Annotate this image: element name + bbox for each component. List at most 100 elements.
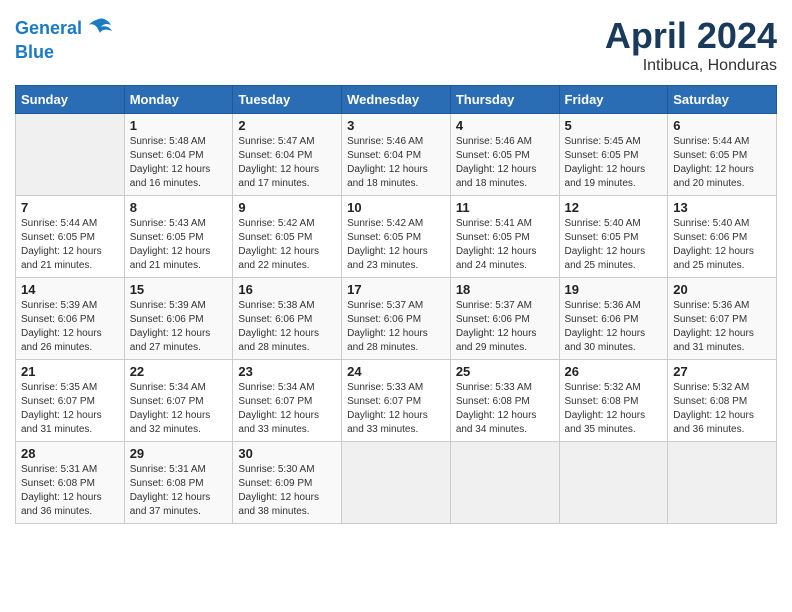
daylight-label: Daylight: 12 hours and 33 minutes. (238, 410, 319, 435)
weekday-tuesday: Tuesday (233, 86, 342, 114)
day-info: Sunrise: 5:40 AM Sunset: 6:06 PM Dayligh… (673, 217, 771, 273)
day-number: 6 (673, 118, 771, 133)
calendar-week-4: 21 Sunrise: 5:35 AM Sunset: 6:07 PM Dayl… (16, 360, 777, 442)
calendar-cell: 10 Sunrise: 5:42 AM Sunset: 6:05 PM Dayl… (342, 196, 451, 278)
sunset-label: Sunset: 6:05 PM (456, 232, 530, 243)
day-info: Sunrise: 5:41 AM Sunset: 6:05 PM Dayligh… (456, 217, 554, 273)
day-number: 10 (347, 200, 445, 215)
sunrise-label: Sunrise: 5:32 AM (565, 382, 641, 393)
day-info: Sunrise: 5:44 AM Sunset: 6:05 PM Dayligh… (673, 135, 771, 191)
sunrise-label: Sunrise: 5:32 AM (673, 382, 749, 393)
day-info: Sunrise: 5:37 AM Sunset: 6:06 PM Dayligh… (347, 299, 445, 355)
daylight-label: Daylight: 12 hours and 18 minutes. (456, 164, 537, 189)
logo: General Blue (15, 15, 113, 63)
daylight-label: Daylight: 12 hours and 19 minutes. (565, 164, 646, 189)
daylight-label: Daylight: 12 hours and 30 minutes. (565, 328, 646, 353)
calendar-cell: 21 Sunrise: 5:35 AM Sunset: 6:07 PM Dayl… (16, 360, 125, 442)
calendar-cell: 13 Sunrise: 5:40 AM Sunset: 6:06 PM Dayl… (668, 196, 777, 278)
sunrise-label: Sunrise: 5:31 AM (21, 464, 97, 475)
sunrise-label: Sunrise: 5:39 AM (21, 300, 97, 311)
sunrise-label: Sunrise: 5:36 AM (565, 300, 641, 311)
sunset-label: Sunset: 6:06 PM (130, 314, 204, 325)
daylight-label: Daylight: 12 hours and 33 minutes. (347, 410, 428, 435)
calendar-cell: 5 Sunrise: 5:45 AM Sunset: 6:05 PM Dayli… (559, 114, 668, 196)
sunset-label: Sunset: 6:04 PM (238, 150, 312, 161)
day-number: 19 (565, 282, 663, 297)
sunrise-label: Sunrise: 5:40 AM (565, 218, 641, 229)
sunset-label: Sunset: 6:08 PM (456, 396, 530, 407)
sunset-label: Sunset: 6:07 PM (347, 396, 421, 407)
sunset-label: Sunset: 6:05 PM (673, 150, 747, 161)
day-number: 23 (238, 364, 336, 379)
day-number: 14 (21, 282, 119, 297)
sunrise-label: Sunrise: 5:37 AM (347, 300, 423, 311)
daylight-label: Daylight: 12 hours and 34 minutes. (456, 410, 537, 435)
sunrise-label: Sunrise: 5:36 AM (673, 300, 749, 311)
logo-bird-icon (85, 15, 113, 43)
calendar-cell: 4 Sunrise: 5:46 AM Sunset: 6:05 PM Dayli… (450, 114, 559, 196)
sunset-label: Sunset: 6:05 PM (130, 232, 204, 243)
location-subtitle: Intibuca, Honduras (605, 57, 777, 75)
daylight-label: Daylight: 12 hours and 16 minutes. (130, 164, 211, 189)
day-info: Sunrise: 5:48 AM Sunset: 6:04 PM Dayligh… (130, 135, 228, 191)
month-title: April 2024 (605, 15, 777, 57)
sunrise-label: Sunrise: 5:33 AM (347, 382, 423, 393)
sunrise-label: Sunrise: 5:35 AM (21, 382, 97, 393)
day-info: Sunrise: 5:32 AM Sunset: 6:08 PM Dayligh… (565, 381, 663, 437)
day-info: Sunrise: 5:47 AM Sunset: 6:04 PM Dayligh… (238, 135, 336, 191)
day-number: 7 (21, 200, 119, 215)
daylight-label: Daylight: 12 hours and 17 minutes. (238, 164, 319, 189)
calendar-cell: 7 Sunrise: 5:44 AM Sunset: 6:05 PM Dayli… (16, 196, 125, 278)
daylight-label: Daylight: 12 hours and 36 minutes. (21, 492, 102, 517)
day-info: Sunrise: 5:43 AM Sunset: 6:05 PM Dayligh… (130, 217, 228, 273)
sunset-label: Sunset: 6:06 PM (347, 314, 421, 325)
sunset-label: Sunset: 6:05 PM (238, 232, 312, 243)
calendar-cell: 1 Sunrise: 5:48 AM Sunset: 6:04 PM Dayli… (124, 114, 233, 196)
calendar-cell: 9 Sunrise: 5:42 AM Sunset: 6:05 PM Dayli… (233, 196, 342, 278)
day-info: Sunrise: 5:39 AM Sunset: 6:06 PM Dayligh… (21, 299, 119, 355)
daylight-label: Daylight: 12 hours and 23 minutes. (347, 246, 428, 271)
daylight-label: Daylight: 12 hours and 21 minutes. (130, 246, 211, 271)
daylight-label: Daylight: 12 hours and 36 minutes. (673, 410, 754, 435)
calendar-cell: 6 Sunrise: 5:44 AM Sunset: 6:05 PM Dayli… (668, 114, 777, 196)
sunset-label: Sunset: 6:07 PM (673, 314, 747, 325)
day-info: Sunrise: 5:42 AM Sunset: 6:05 PM Dayligh… (238, 217, 336, 273)
daylight-label: Daylight: 12 hours and 25 minutes. (673, 246, 754, 271)
sunset-label: Sunset: 6:06 PM (238, 314, 312, 325)
daylight-label: Daylight: 12 hours and 28 minutes. (347, 328, 428, 353)
sunset-label: Sunset: 6:07 PM (238, 396, 312, 407)
day-info: Sunrise: 5:38 AM Sunset: 6:06 PM Dayligh… (238, 299, 336, 355)
title-block: April 2024 Intibuca, Honduras (605, 15, 777, 75)
day-number: 13 (673, 200, 771, 215)
calendar-cell: 8 Sunrise: 5:43 AM Sunset: 6:05 PM Dayli… (124, 196, 233, 278)
day-info: Sunrise: 5:36 AM Sunset: 6:06 PM Dayligh… (565, 299, 663, 355)
day-number: 21 (21, 364, 119, 379)
day-info: Sunrise: 5:46 AM Sunset: 6:05 PM Dayligh… (456, 135, 554, 191)
daylight-label: Daylight: 12 hours and 32 minutes. (130, 410, 211, 435)
logo-text2: Blue (15, 43, 54, 63)
day-info: Sunrise: 5:37 AM Sunset: 6:06 PM Dayligh… (456, 299, 554, 355)
daylight-label: Daylight: 12 hours and 35 minutes. (565, 410, 646, 435)
day-info: Sunrise: 5:44 AM Sunset: 6:05 PM Dayligh… (21, 217, 119, 273)
calendar-table: SundayMondayTuesdayWednesdayThursdayFrid… (15, 85, 777, 524)
calendar-cell (668, 442, 777, 524)
calendar-cell: 15 Sunrise: 5:39 AM Sunset: 6:06 PM Dayl… (124, 278, 233, 360)
daylight-label: Daylight: 12 hours and 29 minutes. (456, 328, 537, 353)
day-number: 4 (456, 118, 554, 133)
sunset-label: Sunset: 6:09 PM (238, 478, 312, 489)
calendar-cell: 22 Sunrise: 5:34 AM Sunset: 6:07 PM Dayl… (124, 360, 233, 442)
day-info: Sunrise: 5:33 AM Sunset: 6:08 PM Dayligh… (456, 381, 554, 437)
calendar-cell: 19 Sunrise: 5:36 AM Sunset: 6:06 PM Dayl… (559, 278, 668, 360)
sunrise-label: Sunrise: 5:46 AM (347, 136, 423, 147)
sunrise-label: Sunrise: 5:45 AM (565, 136, 641, 147)
sunset-label: Sunset: 6:06 PM (673, 232, 747, 243)
day-number: 20 (673, 282, 771, 297)
calendar-cell: 20 Sunrise: 5:36 AM Sunset: 6:07 PM Dayl… (668, 278, 777, 360)
sunset-label: Sunset: 6:07 PM (130, 396, 204, 407)
day-number: 28 (21, 446, 119, 461)
day-info: Sunrise: 5:30 AM Sunset: 6:09 PM Dayligh… (238, 463, 336, 519)
calendar-cell: 11 Sunrise: 5:41 AM Sunset: 6:05 PM Dayl… (450, 196, 559, 278)
weekday-saturday: Saturday (668, 86, 777, 114)
calendar-body: 1 Sunrise: 5:48 AM Sunset: 6:04 PM Dayli… (16, 114, 777, 524)
day-info: Sunrise: 5:31 AM Sunset: 6:08 PM Dayligh… (130, 463, 228, 519)
